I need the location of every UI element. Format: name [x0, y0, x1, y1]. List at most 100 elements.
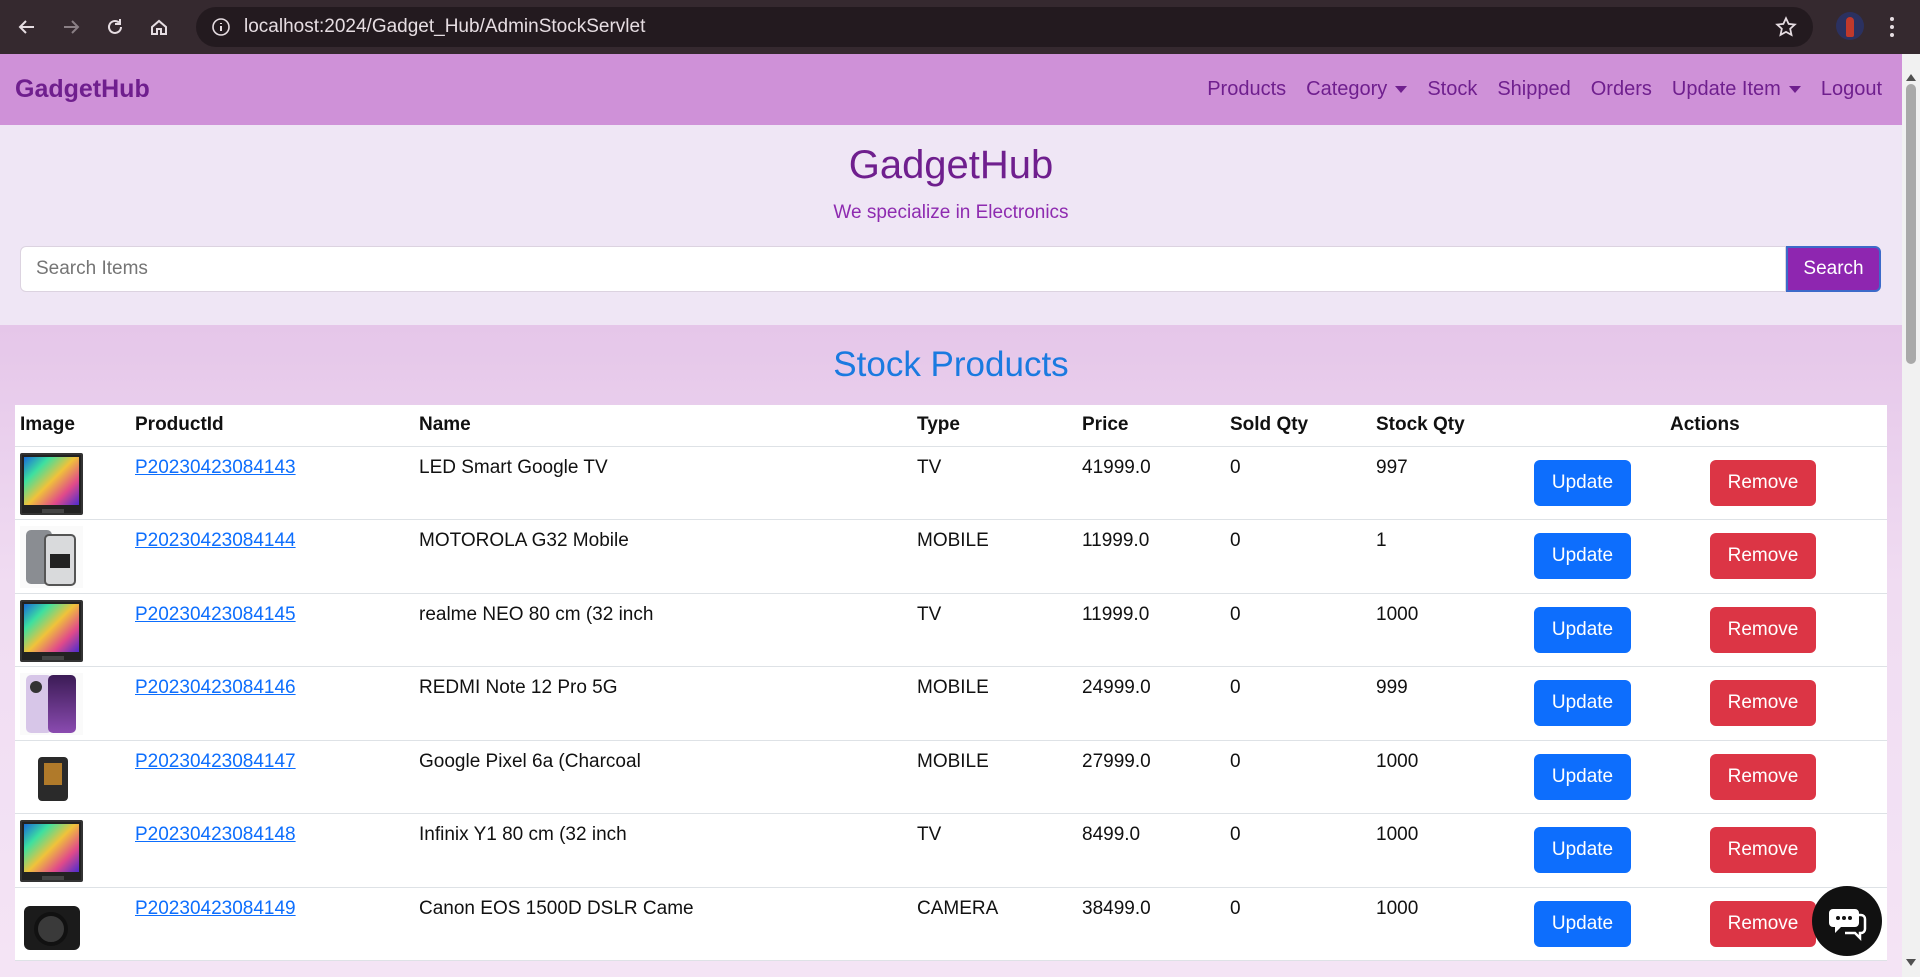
cell-product-id: P20230423084147: [130, 740, 414, 814]
cell-price: 24999.0: [1077, 666, 1225, 741]
col-actions: Actions: [1534, 405, 1887, 447]
product-id-link[interactable]: P20230423084148: [135, 824, 296, 845]
cell-sold-qty: 0: [1225, 813, 1371, 888]
table-header-row: Image ProductId Name Type Price Sold Qty…: [15, 405, 1887, 447]
cell-image: [15, 666, 130, 741]
cell-sold-qty: 0: [1225, 740, 1371, 814]
nav-category-dropdown[interactable]: Category: [1306, 78, 1408, 101]
remove-button[interactable]: Remove: [1710, 827, 1816, 874]
cell-sold-qty: 0: [1225, 887, 1371, 961]
nav-shipped[interactable]: Shipped: [1497, 78, 1570, 101]
update-button[interactable]: Update: [1534, 606, 1631, 653]
stock-title: Stock Products: [833, 345, 1069, 384]
update-button[interactable]: Update: [1534, 680, 1631, 727]
product-id-link[interactable]: P20230423084143: [135, 457, 296, 478]
table-row: P20230423084148 Infinix Y1 80 cm (32 inch…: [15, 813, 1887, 888]
update-button[interactable]: Update: [1534, 827, 1631, 874]
stock-qty-value: 997: [1376, 456, 1408, 478]
cell-type: MOBILE: [912, 740, 1077, 814]
search-button[interactable]: Search: [1786, 246, 1881, 292]
stock-qty-value: 1000: [1376, 897, 1419, 919]
address-bar[interactable]: localhost:2024/Gadget_Hub/AdminStockServ…: [196, 7, 1813, 47]
scroll-down-icon[interactable]: [1906, 959, 1916, 966]
page-title: GadgetHub: [848, 143, 1054, 187]
cell-sold-qty: 0: [1225, 519, 1371, 594]
stock-qty-value: 1000: [1376, 603, 1419, 625]
search-input[interactable]: [20, 246, 1786, 292]
product-id-link[interactable]: P20230423084149: [135, 898, 296, 919]
back-icon[interactable]: [10, 10, 44, 44]
product-thumbnail: [20, 893, 83, 956]
table-row: P20230423084146 REDMI Note 12 Pro 5G MOBIL…: [15, 666, 1887, 741]
table-row: P20230423084145 realme NEO 80 cm (32 inch…: [15, 593, 1887, 667]
cell-product-id: P20230423084143: [130, 446, 414, 520]
remove-button[interactable]: Remove: [1710, 900, 1816, 947]
page-viewport: GadgetHub Products Category Stock Shippe…: [0, 54, 1902, 977]
cell-type: MOBILE: [912, 666, 1077, 741]
cell-product-id: P20230423084145: [130, 593, 414, 667]
bookmark-star-icon[interactable]: [1775, 16, 1797, 38]
caret-down-icon: [1788, 86, 1801, 93]
remove-button[interactable]: Remove: [1710, 680, 1816, 727]
remove-button[interactable]: Remove: [1710, 753, 1816, 800]
product-id-link[interactable]: P20230423084144: [135, 530, 296, 551]
update-button[interactable]: Update: [1534, 753, 1631, 800]
col-image: Image: [15, 405, 130, 447]
cell-product-id: P20230423084146: [130, 666, 414, 741]
cell-sold-qty: 0: [1225, 593, 1371, 667]
cell-type: TV: [912, 593, 1077, 667]
update-button[interactable]: Update: [1534, 900, 1631, 947]
col-type: Type: [912, 405, 1077, 447]
nav-orders[interactable]: Orders: [1591, 78, 1652, 101]
home-icon[interactable]: [142, 10, 176, 44]
nav-links: Products Category Stock Shipped Orders U…: [1187, 78, 1882, 101]
cell-price: 8499.0: [1077, 813, 1225, 888]
remove-button[interactable]: Remove: [1710, 606, 1816, 653]
caret-down-icon: [1395, 86, 1408, 93]
brand-logo[interactable]: GadgetHub: [15, 75, 150, 104]
nav-products[interactable]: Products: [1207, 78, 1286, 101]
cell-name: LED Smart Google TV: [414, 446, 912, 520]
col-price: Price: [1077, 405, 1225, 447]
profile-avatar[interactable]: [1836, 12, 1864, 40]
cell-name: realme NEO 80 cm (32 inch: [414, 593, 912, 667]
stock-qty-value: 1: [1376, 530, 1387, 551]
stock-qty-value: 999: [1376, 677, 1408, 698]
product-id-link[interactable]: P20230423084146: [135, 677, 296, 698]
remove-button[interactable]: Remove: [1710, 533, 1816, 580]
page-scrollbar[interactable]: [1902, 54, 1920, 977]
cell-price: 38499.0: [1077, 887, 1225, 961]
site-info-icon[interactable]: [210, 16, 232, 38]
product-id-link[interactable]: P20230423084145: [135, 604, 296, 625]
nav-logout[interactable]: Logout: [1821, 78, 1882, 101]
nav-stock[interactable]: Stock: [1427, 78, 1477, 101]
scroll-thumb[interactable]: [1906, 84, 1916, 364]
address-url: localhost:2024/Gadget_Hub/AdminStockServ…: [244, 16, 646, 37]
col-stock-qty: Stock Qty: [1371, 405, 1534, 447]
scroll-up-icon[interactable]: [1906, 74, 1916, 81]
cell-stock-qty: 997 Update: [1371, 446, 1631, 520]
nav-update-item-dropdown[interactable]: Update Item: [1672, 78, 1801, 101]
page-subtitle: We specialize in Electronics: [833, 202, 1069, 223]
cell-price: 11999.0: [1077, 593, 1225, 667]
cell-price: 27999.0: [1077, 740, 1225, 814]
cell-stock-qty: 1000 Update: [1371, 740, 1631, 814]
cell-stock-qty: 1000 Update: [1371, 813, 1631, 888]
cell-image: [15, 446, 130, 520]
cell-product-id: P20230423084144: [130, 519, 414, 594]
product-id-link[interactable]: P20230423084147: [135, 751, 296, 772]
cell-product-id: P20230423084149: [130, 887, 414, 961]
cell-image: [15, 887, 130, 961]
forward-icon[interactable]: [54, 10, 88, 44]
chat-button[interactable]: [1812, 886, 1882, 956]
update-button[interactable]: Update: [1534, 533, 1631, 580]
remove-button[interactable]: Remove: [1710, 459, 1816, 506]
update-button[interactable]: Update: [1534, 459, 1631, 506]
navbar: GadgetHub Products Category Stock Shippe…: [0, 54, 1902, 125]
nav-update-item-label: Update Item: [1671, 78, 1781, 100]
cell-stock-qty: 1 Update: [1371, 519, 1631, 594]
cell-price: 11999.0: [1077, 519, 1225, 594]
browser-menu-icon[interactable]: [1882, 14, 1902, 40]
product-thumbnail: [20, 820, 83, 882]
reload-icon[interactable]: [98, 10, 132, 44]
